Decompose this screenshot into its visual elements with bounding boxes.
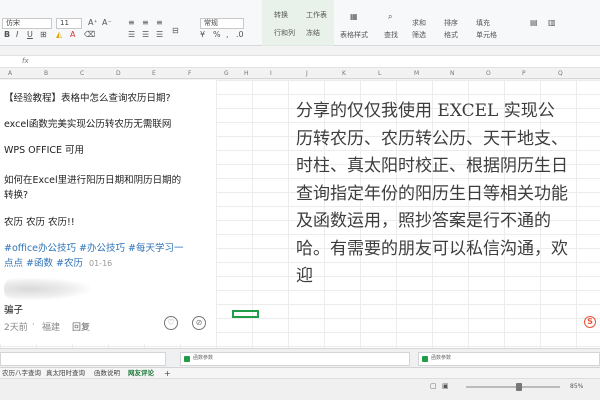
find-icon[interactable]: ⌕ [388, 12, 392, 22]
panel-title: 函数参数 [193, 355, 214, 361]
sheet-icon [422, 356, 428, 362]
wps-logo: S [584, 316, 596, 328]
dislike-icon[interactable]: ⊘ [192, 316, 206, 330]
decimal-icon[interactable]: .0 [236, 30, 244, 40]
font-color-icon[interactable]: A [70, 30, 75, 40]
comment-location: 福建 [42, 323, 61, 333]
number-format-select[interactable]: 常规 [200, 18, 244, 29]
font-size-select[interactable]: 11 [56, 18, 82, 29]
separator: · [32, 320, 35, 330]
table-style-icon[interactable]: ▦ [350, 12, 358, 22]
window-panel[interactable]: 函数参数 [180, 352, 410, 366]
zoom-slider-handle[interactable] [516, 383, 522, 391]
sheet-tabs: 农历八字查询 真太阳时查询 函数说明 网友评论 + [0, 367, 600, 379]
percent-icon[interactable]: % [213, 30, 221, 40]
align-middle-icon[interactable]: ≡ [142, 18, 149, 28]
border-icon[interactable]: ⊞ [40, 30, 47, 40]
function-icon[interactable]: fx [22, 57, 29, 65]
window-panel[interactable]: 函数参数 [418, 352, 600, 366]
ribbon-toolbar: 仿宋 11 A⁺ A⁻ B I U ⊞ ◭ A ⌫ ≡ ≡ ≡ ☰ ☰ ☰ ⊟ … [0, 0, 600, 46]
reply-button[interactable]: 回复 [72, 320, 90, 333]
thousands-icon[interactable]: , [226, 30, 229, 40]
align-left-icon[interactable]: ☰ [128, 30, 135, 40]
reply-text: 骗子 [4, 305, 24, 316]
heart-icon[interactable]: ♡ [164, 316, 178, 330]
column-header[interactable]: J [306, 69, 308, 79]
selected-cell[interactable] [232, 310, 259, 318]
column-header[interactable]: H [244, 69, 249, 79]
freeze-button[interactable]: 冻结 [306, 28, 320, 38]
overlay-banner [262, 0, 334, 46]
post-date: 01-16 [89, 259, 113, 268]
column-header[interactable]: M [414, 69, 419, 79]
align-bottom-icon[interactable]: ≡ [156, 18, 163, 28]
column-header[interactable]: N [450, 69, 455, 79]
find-button[interactable]: 查找 [384, 30, 398, 40]
convert-button[interactable]: 转换 [274, 10, 288, 20]
post-panel: 【经验教程】表格中怎么查询农历日期? excel函数完美实现公历转农历无需联网 … [0, 80, 216, 344]
column-headers: A B C D E F G H I J K L M N O P Q [0, 69, 600, 79]
sort-button[interactable]: 排序 [444, 18, 458, 28]
formula-bar[interactable]: fx [0, 55, 600, 68]
column-header[interactable]: K [342, 69, 346, 79]
column-header[interactable]: O [486, 69, 491, 79]
post-tags[interactable]: #office办公技巧 #办公技巧 #每天学习一 [4, 240, 184, 254]
post-question: 转换? [4, 190, 29, 201]
post-line: WPS OFFICE 可用 [4, 145, 85, 156]
post-line: excel函数完美实现公历转农历无需联网 [4, 119, 172, 130]
post-tags[interactable]: 点点 #函数 #农历 [4, 258, 83, 269]
column-header[interactable]: G [224, 69, 229, 79]
clear-format-icon[interactable]: ⌫ [84, 30, 95, 40]
align-right-icon[interactable]: ☰ [156, 30, 163, 40]
column-header[interactable]: L [378, 69, 381, 79]
view-normal-icon[interactable]: ▢ [430, 381, 437, 391]
comment-text: 分享的仅仅我使用 EXCEL 实现公历转农历、农历转公历、天干地支、时柱、真太阳… [296, 101, 568, 286]
post-title: 【经验教程】表格中怎么查询农历日期? [4, 93, 171, 104]
panel-title: 函数参数 [431, 355, 452, 361]
row-col-button[interactable]: 行和列 [274, 28, 295, 38]
sheet-icon [184, 356, 190, 362]
filter-button[interactable]: 筛选 [412, 30, 426, 40]
status-bar: ▢ ▣ 85% [0, 378, 600, 400]
column-header[interactable]: E [152, 69, 156, 79]
view-layout-icon[interactable]: ▣ [442, 381, 449, 391]
column-header[interactable]: A [8, 69, 12, 79]
post-question: 如何在Excel里进行阳历日期和阴历日期的 [4, 175, 182, 186]
post-calendar: 农历 农历 农历!! [4, 217, 75, 228]
window-panel[interactable] [0, 352, 166, 366]
underline-icon[interactable]: U [27, 30, 33, 40]
currency-icon[interactable]: ¥ [200, 30, 205, 40]
more-icon[interactable]: ▤ [530, 18, 538, 28]
zoom-level[interactable]: 85% [570, 383, 583, 390]
column-header[interactable]: I [270, 69, 272, 79]
font-name-select[interactable]: 仿宋 [2, 18, 52, 29]
bold-icon[interactable]: B [4, 30, 10, 40]
worksheet-button[interactable]: 工作表 [306, 10, 327, 20]
column-header[interactable]: C [80, 69, 84, 79]
zoom-slider[interactable] [466, 386, 560, 388]
decrease-font-icon[interactable]: A⁻ [102, 18, 112, 28]
align-center-icon[interactable]: ☰ [142, 30, 149, 40]
column-header[interactable]: B [44, 69, 48, 79]
italic-icon[interactable]: I [16, 30, 18, 40]
comment-time: 2天前 [4, 323, 28, 333]
fill-button[interactable]: 填充 [476, 18, 490, 28]
fill-color-icon[interactable]: ◭ [56, 30, 62, 40]
sum-button[interactable]: 求和 [412, 18, 426, 28]
table-style-button[interactable]: 表格样式 [340, 30, 368, 40]
column-header[interactable]: Q [558, 69, 563, 79]
column-header[interactable]: D [116, 69, 121, 79]
increase-font-icon[interactable]: A⁺ [88, 18, 98, 28]
column-header[interactable]: F [188, 69, 191, 79]
cell-button[interactable]: 单元格 [476, 30, 497, 40]
align-top-icon[interactable]: ≡ [128, 18, 135, 28]
format-button[interactable]: 格式 [444, 30, 458, 40]
column-header[interactable]: P [522, 69, 526, 79]
blurred-avatar [4, 278, 90, 300]
merge-cells-icon[interactable]: ⊟ [172, 26, 179, 36]
options-icon[interactable]: ▥ [548, 18, 556, 28]
